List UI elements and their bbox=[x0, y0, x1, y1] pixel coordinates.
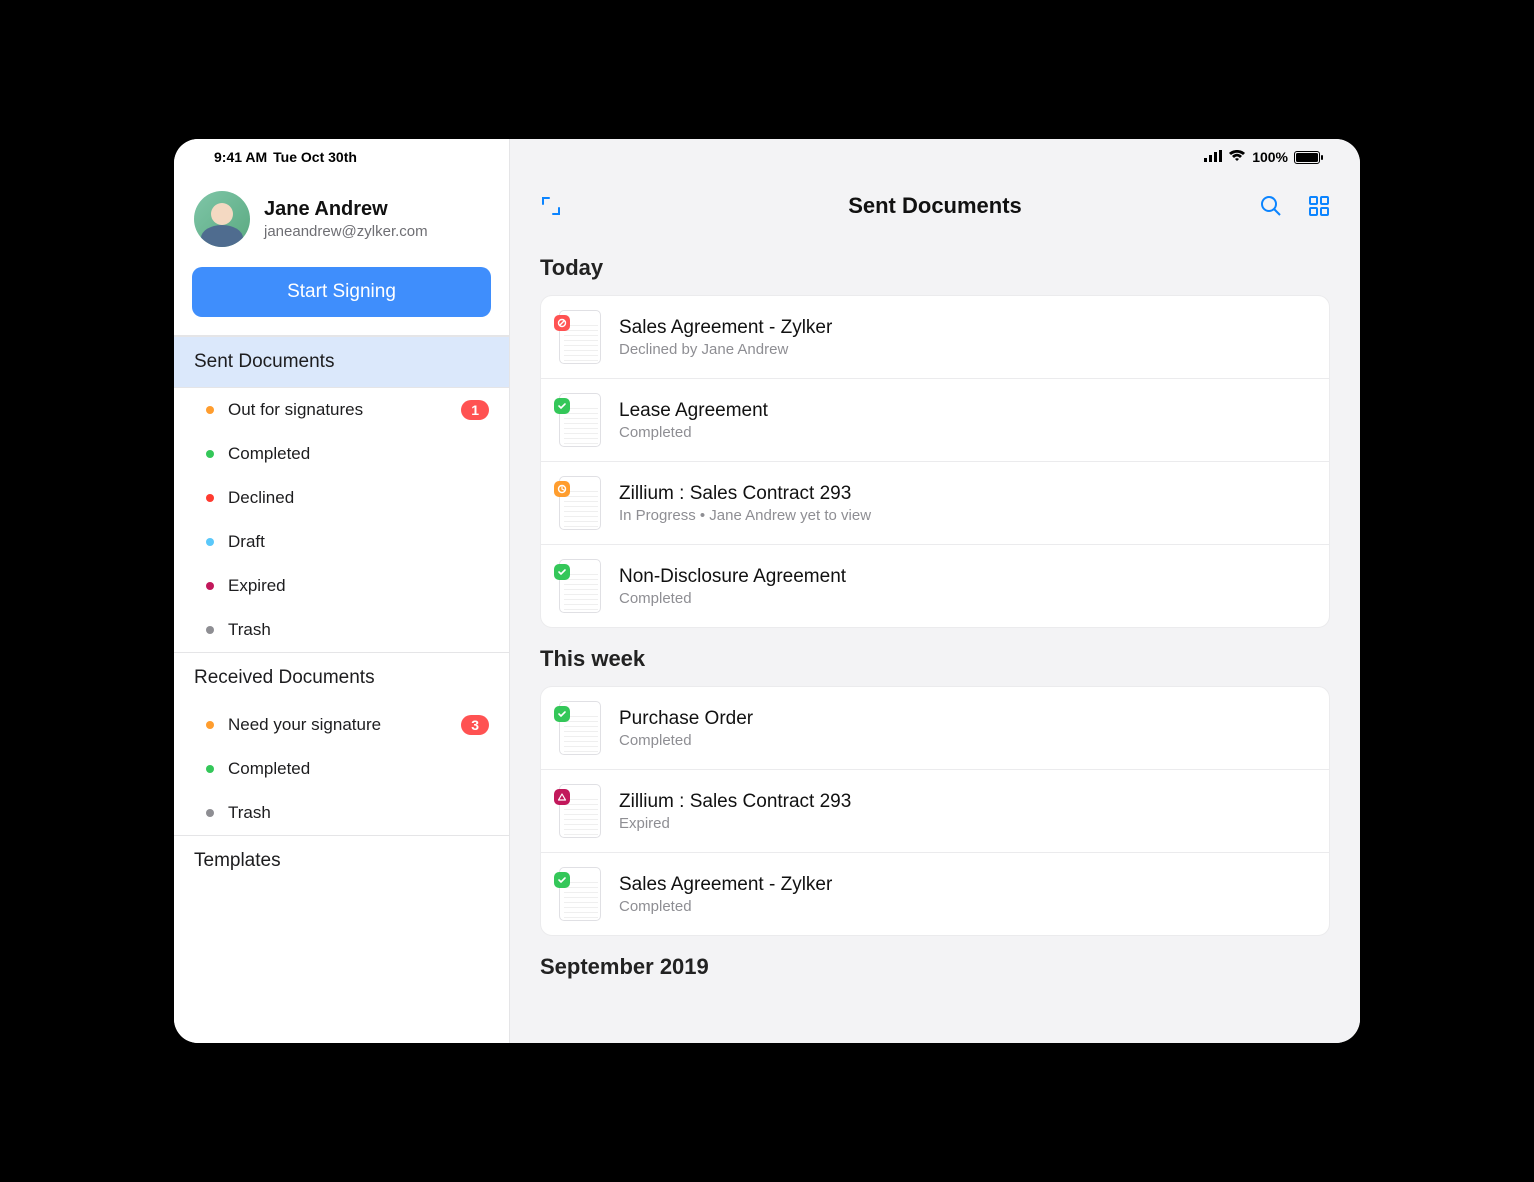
document-thumbnail bbox=[559, 867, 601, 921]
document-subtitle: Completed bbox=[619, 732, 753, 749]
document-subtitle: Declined by Jane Andrew bbox=[619, 341, 832, 358]
status-dot-icon bbox=[206, 406, 214, 414]
profile-email: janeandrew@zylker.com bbox=[264, 223, 428, 240]
sidebar-item-label: Out for signatures bbox=[228, 400, 447, 420]
group-title: September 2019 bbox=[510, 936, 1360, 994]
sidebar-item-label: Declined bbox=[228, 488, 489, 508]
status-badge-icon bbox=[554, 872, 570, 888]
sidebar-item-sent-1[interactable]: Completed bbox=[174, 432, 509, 476]
document-subtitle: Expired bbox=[619, 815, 851, 832]
sidebar-item-label: Draft bbox=[228, 532, 489, 552]
document-row[interactable]: Non-Disclosure Agreement Completed bbox=[541, 545, 1329, 627]
search-icon[interactable] bbox=[1258, 193, 1284, 219]
document-list: Purchase Order Completed Zillium : Sales C… bbox=[540, 686, 1330, 936]
count-badge: 3 bbox=[461, 715, 489, 735]
document-row[interactable]: Lease Agreement Completed bbox=[541, 379, 1329, 462]
document-title: Sales Agreement - Zylker bbox=[619, 317, 832, 339]
document-row[interactable]: Sales Agreement - Zylker Declined by Jane… bbox=[541, 296, 1329, 379]
sidebar-item-sent-3[interactable]: Draft bbox=[174, 520, 509, 564]
status-badge-icon bbox=[554, 481, 570, 497]
expand-icon[interactable] bbox=[538, 193, 564, 219]
sidebar-item-sent-2[interactable]: Declined bbox=[174, 476, 509, 520]
status-badge-icon bbox=[554, 564, 570, 580]
document-thumbnail bbox=[559, 701, 601, 755]
document-title: Purchase Order bbox=[619, 708, 753, 730]
group-title: Today bbox=[510, 237, 1360, 295]
document-title: Non-Disclosure Agreement bbox=[619, 566, 846, 588]
status-badge-icon bbox=[554, 706, 570, 722]
document-thumbnail bbox=[559, 476, 601, 530]
page-title: Sent Documents bbox=[848, 193, 1022, 219]
count-badge: 1 bbox=[461, 400, 489, 420]
avatar bbox=[194, 191, 250, 247]
status-badge-icon bbox=[554, 315, 570, 331]
sidebar-item-label: Need your signature bbox=[228, 715, 447, 735]
status-badge-icon bbox=[554, 789, 570, 805]
document-title: Lease Agreement bbox=[619, 400, 768, 422]
document-row[interactable]: Zillium : Sales Contract 293 In Progress … bbox=[541, 462, 1329, 545]
status-dot-icon bbox=[206, 721, 214, 729]
status-badge-icon bbox=[554, 398, 570, 414]
sidebar-section-received[interactable]: Received Documents bbox=[174, 653, 509, 703]
document-title: Zillium : Sales Contract 293 bbox=[619, 791, 851, 813]
sidebar-section-sent[interactable]: Sent Documents bbox=[174, 336, 509, 388]
document-subtitle: Completed bbox=[619, 424, 768, 441]
document-thumbnail bbox=[559, 784, 601, 838]
document-row[interactable]: Sales Agreement - Zylker Completed bbox=[541, 853, 1329, 935]
document-thumbnail bbox=[559, 559, 601, 613]
status-dot-icon bbox=[206, 626, 214, 634]
profile[interactable]: Jane Andrew janeandrew@zylker.com bbox=[174, 183, 509, 261]
document-title: Sales Agreement - Zylker bbox=[619, 874, 832, 896]
sidebar-item-received-0[interactable]: Need your signature 3 bbox=[174, 703, 509, 747]
sidebar-item-label: Trash bbox=[228, 620, 489, 640]
sidebar-item-received-1[interactable]: Completed bbox=[174, 747, 509, 791]
tablet-frame: 9:41 AM Tue Oct 30th 100% Jane Andrew ja… bbox=[150, 115, 1384, 1067]
sidebar-item-label: Expired bbox=[228, 576, 489, 596]
sidebar-item-sent-4[interactable]: Expired bbox=[174, 564, 509, 608]
status-dot-icon bbox=[206, 450, 214, 458]
sidebar-item-label: Completed bbox=[228, 444, 489, 464]
document-subtitle: Completed bbox=[619, 590, 846, 607]
main-pane: Sent Documents TodaySales Agreement - Zy… bbox=[510, 139, 1360, 1043]
document-title: Zillium : Sales Contract 293 bbox=[619, 483, 871, 505]
sidebar-item-sent-0[interactable]: Out for signatures 1 bbox=[174, 388, 509, 432]
sidebar-item-label: Trash bbox=[228, 803, 489, 823]
status-dot-icon bbox=[206, 494, 214, 502]
document-row[interactable]: Zillium : Sales Contract 293 Expired bbox=[541, 770, 1329, 853]
document-thumbnail bbox=[559, 310, 601, 364]
document-subtitle: Completed bbox=[619, 898, 832, 915]
status-dot-icon bbox=[206, 765, 214, 773]
profile-name: Jane Andrew bbox=[264, 198, 428, 221]
document-thumbnail bbox=[559, 393, 601, 447]
status-dot-icon bbox=[206, 538, 214, 546]
sidebar-item-label: Completed bbox=[228, 759, 489, 779]
start-signing-button[interactable]: Start Signing bbox=[192, 267, 491, 317]
status-dot-icon bbox=[206, 809, 214, 817]
group-title: This week bbox=[510, 628, 1360, 686]
sidebar-item-sent-5[interactable]: Trash bbox=[174, 608, 509, 652]
status-dot-icon bbox=[206, 582, 214, 590]
sidebar-section-templates[interactable]: Templates bbox=[174, 836, 509, 886]
document-subtitle: In Progress • Jane Andrew yet to view bbox=[619, 507, 871, 524]
grid-icon[interactable] bbox=[1306, 193, 1332, 219]
sidebar-item-received-2[interactable]: Trash bbox=[174, 791, 509, 835]
document-list: Sales Agreement - Zylker Declined by Jane… bbox=[540, 295, 1330, 628]
sidebar: Jane Andrew janeandrew@zylker.com Start … bbox=[174, 139, 510, 1043]
screen: Jane Andrew janeandrew@zylker.com Start … bbox=[174, 139, 1360, 1043]
document-row[interactable]: Purchase Order Completed bbox=[541, 687, 1329, 770]
